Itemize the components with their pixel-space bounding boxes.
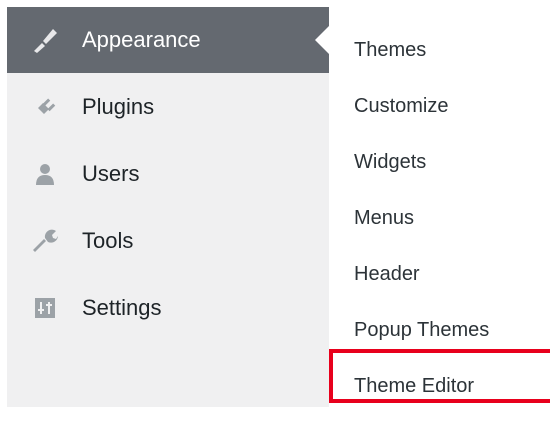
sidebar-item-label: Tools [82, 228, 134, 253]
sidebar-item-appearance[interactable]: Appearance [7, 7, 329, 73]
wrench-icon [29, 225, 61, 257]
sidebar-item-label: Users [82, 161, 140, 186]
admin-sidebar-menu: Appearance Plugins Users Tools Settings [7, 7, 329, 407]
submenu-item-theme-editor[interactable]: Theme Editor [354, 375, 474, 398]
appearance-submenu: Themes Customize Widgets Menus Header Po… [329, 7, 550, 407]
submenu-item-menus[interactable]: Menus [354, 207, 414, 230]
submenu-item-customize[interactable]: Customize [354, 95, 448, 118]
paintbrush-icon [29, 24, 61, 56]
sidebar-item-tools[interactable]: Tools [7, 208, 329, 274]
sidebar-item-label: Appearance [82, 27, 201, 52]
plugins-icon [29, 91, 61, 123]
submenu-item-header[interactable]: Header [354, 263, 420, 286]
submenu-item-themes[interactable]: Themes [354, 39, 426, 62]
submenu-item-popup-themes[interactable]: Popup Themes [354, 319, 489, 342]
settings-icon [29, 292, 61, 324]
sidebar-item-label: Plugins [82, 94, 155, 119]
sidebar-item-label: Settings [82, 295, 162, 320]
sidebar-item-plugins[interactable]: Plugins [7, 74, 329, 140]
active-menu-pointer [315, 26, 329, 54]
submenu-item-widgets[interactable]: Widgets [354, 151, 426, 174]
users-icon [29, 158, 61, 190]
sidebar-item-users[interactable]: Users [7, 141, 329, 207]
sidebar-item-settings[interactable]: Settings [7, 275, 329, 341]
